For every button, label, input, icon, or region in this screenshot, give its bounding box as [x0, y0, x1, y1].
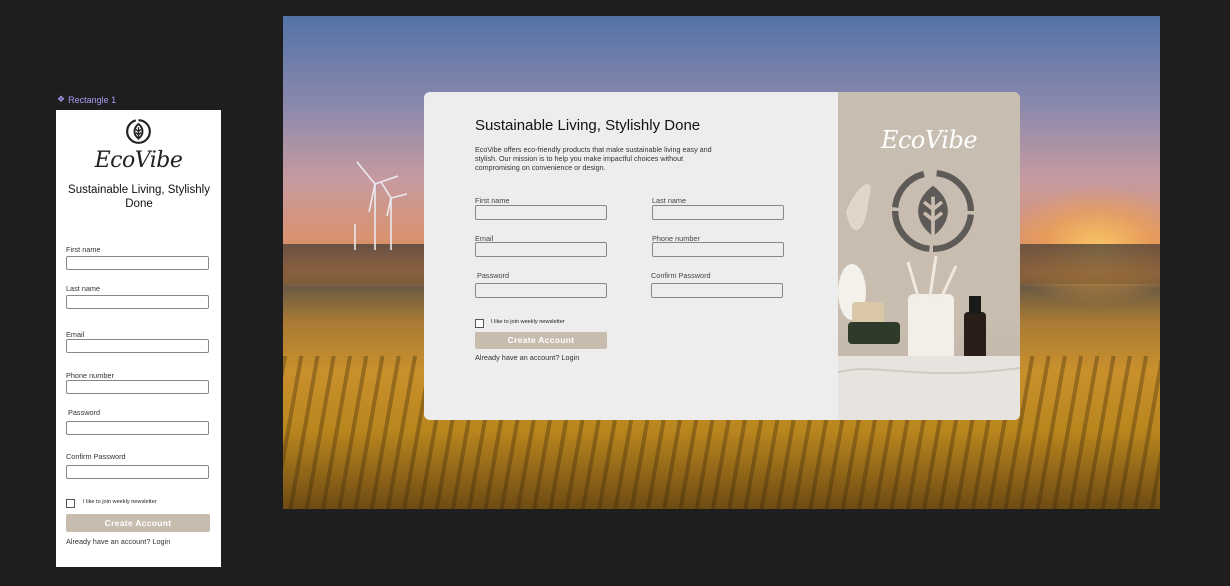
phone-label: Phone number [66, 371, 114, 380]
email-field[interactable] [475, 242, 607, 257]
confirm-password-label: Confirm Password [651, 271, 711, 280]
confirm-password-field[interactable] [66, 465, 209, 479]
leaf-recycle-logo-icon [126, 119, 151, 144]
signup-card: Sustainable Living, Stylishly Done EcoVi… [424, 92, 1020, 420]
confirm-password-label: Confirm Password [66, 452, 126, 461]
last-name-field[interactable] [66, 295, 209, 309]
desktop-signup-frame: Sustainable Living, Stylishly Done EcoVi… [283, 16, 1160, 509]
brand-logo-text: EcoVibe [94, 148, 183, 173]
card-title: Sustainable Living, Stylishly Done [475, 117, 701, 134]
confirm-password-field[interactable] [651, 283, 783, 298]
first-name-field[interactable] [475, 205, 607, 220]
login-link[interactable]: Already have an account? Login [66, 537, 170, 546]
first-name-label: First name [66, 245, 101, 254]
newsletter-checkbox[interactable] [66, 499, 75, 508]
email-field[interactable] [66, 339, 209, 353]
email-label: Email [66, 330, 85, 339]
component-diamond-icon: ❖ [57, 94, 66, 104]
phone-field[interactable] [66, 380, 209, 394]
login-link[interactable]: Already have an account? Login [475, 353, 579, 362]
password-label: Password [477, 271, 510, 280]
password-field[interactable] [66, 421, 209, 435]
password-field[interactable] [475, 283, 607, 298]
first-name-field[interactable] [66, 256, 209, 270]
brand-logo-text: EcoVibe [880, 126, 978, 154]
newsletter-label: I like to join weekly newsletter [491, 319, 565, 325]
newsletter-label: I like to join weekly newsletter [83, 499, 157, 505]
first-name-label: First name [475, 196, 510, 205]
frame-label-text: Rectangle 1 [68, 94, 117, 105]
password-label: Password [68, 408, 101, 417]
product-photo-panel: EcoVibe [838, 92, 1020, 420]
frame-label[interactable]: ❖ Rectangle 1 [57, 94, 116, 105]
create-account-button[interactable]: Create Account [66, 514, 210, 532]
phone-field[interactable] [652, 242, 784, 257]
last-name-field[interactable] [652, 205, 784, 220]
page-title: Sustainable Living, Stylishly Done [68, 184, 210, 210]
mobile-signup-frame: EcoVibe Sustainable Living, Stylishly Do… [56, 110, 221, 567]
create-account-button[interactable]: Create Account [475, 332, 607, 349]
newsletter-checkbox[interactable] [475, 319, 484, 328]
last-name-label: Last name [652, 196, 687, 205]
bathroom-products-image [838, 183, 1020, 420]
last-name-label: Last name [66, 284, 101, 293]
card-description: EcoVibe offers eco-friendly products tha… [475, 145, 712, 172]
